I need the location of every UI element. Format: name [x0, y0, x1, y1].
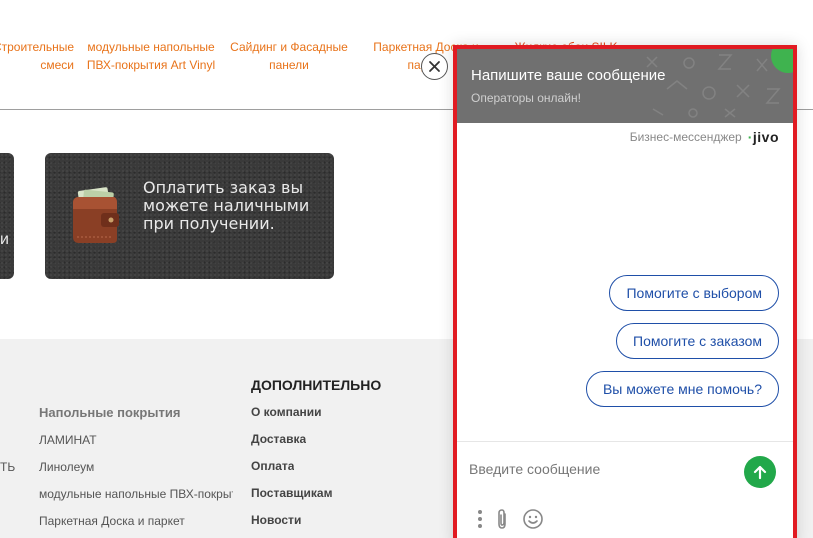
send-arrow-icon [753, 465, 767, 480]
payment-banner-card: и [0, 153, 14, 279]
chat-header: Напишите ваше сообщение Операторы онлайн… [457, 49, 793, 123]
banner-text-fragment: и [0, 231, 9, 248]
suggestion-button-order[interactable]: Помогите с заказом [616, 323, 779, 359]
more-vertical-icon [478, 510, 482, 528]
menu-item-line: панели [269, 58, 309, 72]
brand-name: jivo [752, 129, 779, 145]
attach-button[interactable] [491, 508, 513, 530]
chat-widget: Напишите ваше сообщение Операторы онлайн… [453, 45, 797, 538]
send-button[interactable] [744, 456, 776, 488]
suggestion-button-help[interactable]: Вы можете мне помочь? [585, 371, 779, 407]
menu-item-siding[interactable]: Сайдинг и Фасадные панели [228, 38, 350, 74]
wallet-icon [73, 187, 119, 243]
menu-item-line: смеси [40, 58, 74, 72]
header-pattern [646, 54, 781, 118]
jivo-logo-icon: ·jivo [747, 129, 779, 145]
footer-link-news[interactable]: Новости [251, 513, 301, 527]
message-input[interactable] [469, 454, 729, 484]
menu-item-line: ПВХ-покрытия Art Vinyl [86, 58, 216, 72]
paperclip-icon [498, 509, 506, 529]
suggestion-button-choice[interactable]: Помогите с выбором [609, 275, 779, 311]
cash-payment-text: Оплатить заказ вы можете наличными при п… [143, 178, 310, 233]
close-icon [429, 61, 440, 72]
footer-heading-extra: ДОПОЛНИТЕЛЬНО [251, 377, 382, 393]
footer-link-payment[interactable]: Оплата [251, 459, 294, 473]
footer-link-about[interactable]: О компании [251, 405, 322, 419]
emoji-icon [523, 509, 543, 529]
brand-label: Бизнес-мессенджер [629, 130, 742, 144]
footer-link-delivery[interactable]: Доставка [251, 432, 306, 446]
footer-link-pvc[interactable]: модульные напольные ПВХ-покрытия [39, 487, 233, 501]
menu-item-construction-mixes[interactable]: Строительные смеси [0, 38, 74, 74]
payment-banner-cash: Оплатить заказ вы можете наличными при п… [45, 153, 334, 279]
footer-link-linoleum[interactable]: Линолеум [39, 460, 239, 474]
footer-heading-floor: Напольные покрытия [39, 405, 181, 420]
chat-close-button[interactable] [421, 53, 448, 80]
footer-link-suppliers[interactable]: Поставщикам [251, 486, 332, 500]
chat-status: Операторы онлайн! [471, 91, 581, 105]
messenger-branding[interactable]: Бизнес-мессенджер ·jivo [630, 129, 779, 145]
emoji-button[interactable] [522, 508, 544, 530]
footer-link-laminate[interactable]: ЛАМИНАТ [39, 433, 239, 447]
menu-item-line: Строительные [0, 40, 74, 54]
more-options-button[interactable] [469, 508, 491, 530]
message-composer [457, 441, 793, 538]
chat-title: Напишите ваше сообщение [471, 67, 666, 84]
menu-item-pvc-flooring[interactable]: модульные напольные ПВХ-покрытия Art Vin… [86, 38, 216, 74]
footer-text-fragment: ТЬ [0, 460, 16, 474]
footer-link-parquet[interactable]: Паркетная Доска и паркет [39, 514, 239, 528]
menu-item-line: Сайдинг и Фасадные [230, 40, 348, 54]
menu-item-line: модульные напольные [87, 40, 215, 54]
